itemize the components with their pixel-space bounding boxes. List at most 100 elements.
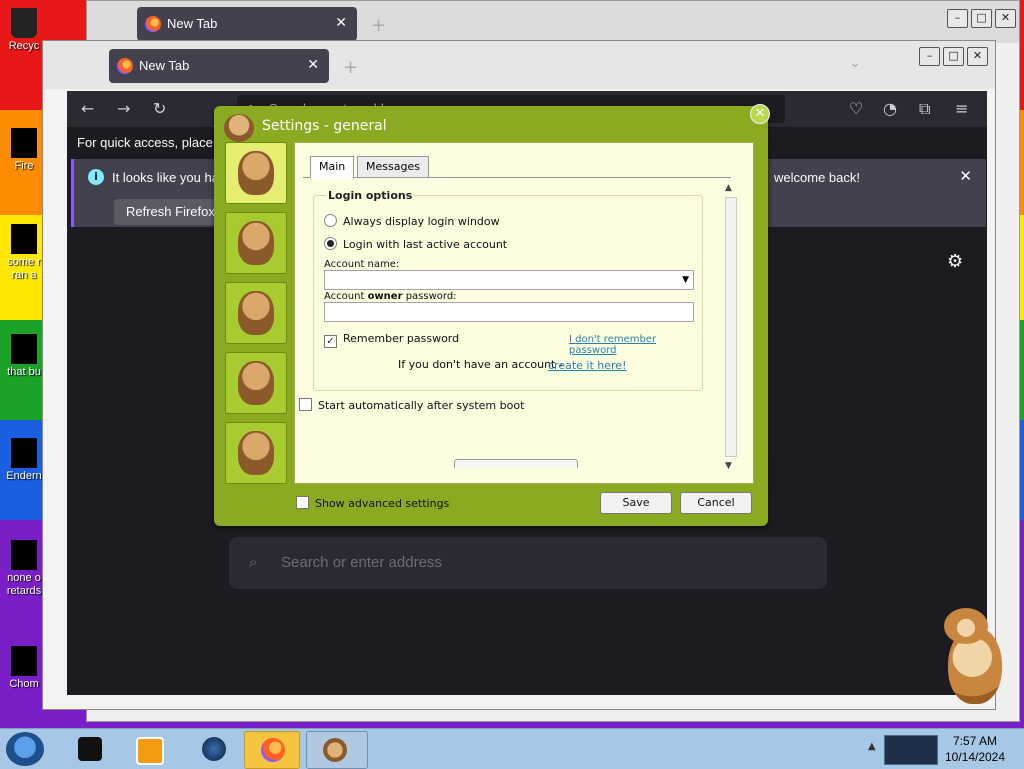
desktop-icon-that[interactable]: that bu — [2, 334, 46, 379]
tray-expand-icon[interactable]: ▲ — [868, 741, 876, 752]
hamster-icon — [323, 738, 347, 762]
clock-time: 7:57 AM — [952, 734, 998, 748]
scroll-up-icon[interactable]: ▲ — [725, 183, 732, 193]
advanced-settings-checkbox[interactable] — [296, 496, 309, 509]
remember-password-row[interactable]: ✓ Remember password — [324, 332, 459, 348]
system-tray[interactable] — [884, 735, 938, 765]
cancel-button[interactable]: Cancel — [680, 492, 752, 514]
desktop-icon-label: some r ran a — [7, 256, 41, 281]
sidebar-item-updates[interactable] — [225, 422, 287, 484]
group-title: Login options — [326, 189, 415, 202]
save-button[interactable]: Save — [600, 492, 672, 514]
sidebar-item-chat[interactable] — [225, 282, 287, 344]
maximize-button[interactable]: □ — [971, 9, 992, 28]
tab-main[interactable]: Main — [310, 156, 355, 179]
taskbar-item-firefox[interactable] — [244, 731, 300, 769]
app-icon — [11, 540, 37, 570]
remember-password-checkbox[interactable]: ✓ — [324, 335, 337, 348]
scrollbar[interactable]: ▲ ▼ — [723, 183, 737, 471]
account-name-dropdown[interactable]: ▼ — [324, 270, 694, 290]
app-icon — [11, 438, 37, 468]
hamster-mascot[interactable] — [940, 606, 1006, 706]
close-icon[interactable]: ✕ — [335, 14, 347, 31]
extensions-icon[interactable]: ⧉ — [919, 99, 930, 119]
close-icon[interactable]: ✕ — [750, 104, 770, 124]
clock-date: 10/14/2024 — [944, 750, 1006, 764]
desktop-icon-label: that bu — [7, 366, 41, 378]
tab-new-tab[interactable]: New Tab ✕ — [137, 7, 357, 41]
no-account-row: If you don't have an account - — [398, 358, 563, 371]
radio-label: Login with last active account — [343, 238, 508, 251]
owner-password-field[interactable] — [324, 302, 694, 322]
app-icon — [11, 334, 37, 364]
close-icon[interactable]: ✕ — [307, 56, 319, 73]
plus-icon[interactable]: + — [371, 15, 386, 36]
create-account-link[interactable]: create it here! — [548, 359, 626, 372]
taskbar-item-app1[interactable] — [62, 731, 118, 767]
desktop-icon-label: Chom — [9, 678, 39, 690]
remember-password-label: Remember password — [343, 332, 460, 345]
taskbar-item-hamster[interactable] — [306, 731, 368, 769]
back-icon[interactable]: ← — [81, 99, 94, 118]
media-player-icon — [136, 737, 164, 765]
hamster-icon — [238, 151, 274, 195]
clock[interactable]: 7:57 AM 10/14/2024 — [940, 733, 1010, 765]
desktop-icon-none[interactable]: none o retards — [2, 540, 46, 598]
taskbar-item-browser[interactable] — [186, 731, 242, 767]
start-button[interactable] — [6, 732, 44, 766]
notice-text-end: welcome back! — [774, 170, 860, 185]
tab-bar: New Tab ✕ + – □ ✕ — [87, 1, 1019, 43]
pocket-icon[interactable]: ♡ — [849, 99, 863, 118]
minimize-button[interactable]: – — [919, 47, 940, 66]
desktop-icon-recycle-bin[interactable]: Recyc — [2, 8, 46, 53]
desktop-icon-label: Recyc — [8, 40, 40, 52]
maximize-button[interactable]: □ — [943, 47, 964, 66]
tab-bar: New Tab ✕ + ⌄ – □ ✕ — [43, 41, 995, 89]
forgot-password-link[interactable]: I don't remember password — [569, 334, 702, 356]
chevron-down-icon[interactable]: ⌄ — [849, 55, 861, 71]
close-button[interactable]: ✕ — [995, 9, 1016, 28]
taskbar-item-media[interactable] — [120, 731, 176, 767]
recycle-bin-icon — [11, 8, 37, 38]
advanced-settings-label: Show advanced settings — [315, 497, 450, 510]
autostart-checkbox[interactable] — [299, 398, 312, 411]
advanced-settings-row[interactable]: Show advanced settings — [296, 496, 449, 510]
autostart-row[interactable]: Start automatically after system boot — [299, 398, 524, 412]
radio-button[interactable] — [324, 237, 337, 250]
scroll-thumb[interactable] — [725, 197, 737, 457]
app-icon — [78, 737, 102, 761]
desktop-icon-some[interactable]: some r ran a — [2, 224, 46, 282]
hamster-chat-icon — [238, 291, 274, 335]
settings-dialog: Settings - general ✕ Main Messages Login… — [214, 104, 770, 526]
minimize-button[interactable]: – — [947, 9, 968, 28]
hamster-headphones-icon — [238, 361, 274, 405]
partially-hidden-button[interactable] — [454, 459, 578, 468]
gear-icon[interactable]: ⚙ — [947, 251, 963, 272]
info-icon: i — [88, 169, 104, 185]
menu-icon[interactable]: ≡ — [955, 99, 968, 118]
close-icon[interactable]: ✕ — [959, 167, 972, 185]
taskbar: ▲ 7:57 AM 10/14/2024 — [0, 728, 1024, 769]
chevron-down-icon[interactable]: ▼ — [682, 275, 689, 285]
desktop-icon-chrome[interactable]: Chom — [2, 646, 46, 691]
firefox-icon — [261, 738, 285, 762]
sidebar-item-sound[interactable] — [225, 352, 287, 414]
tab-messages[interactable]: Messages — [357, 156, 429, 178]
desktop-icon-label: none o retards — [6, 572, 42, 597]
forward-icon[interactable]: → — [117, 99, 130, 118]
desktop-icon-ender[interactable]: Endern — [2, 438, 46, 483]
tab-new-tab[interactable]: New Tab ✕ — [109, 49, 329, 83]
search-box[interactable]: ⌕ Search or enter address — [229, 537, 827, 589]
radio-always-display[interactable]: Always display login window — [324, 214, 500, 228]
desktop-icon-firefox[interactable]: Fire — [2, 128, 46, 173]
reload-icon[interactable]: ↻ — [153, 99, 166, 118]
dialog-title: Settings - general — [262, 118, 387, 134]
radio-button[interactable] — [324, 214, 337, 227]
sidebar-item-appearance[interactable] — [225, 212, 287, 274]
radio-last-account[interactable]: Login with last active account — [324, 237, 507, 251]
close-button[interactable]: ✕ — [967, 47, 988, 66]
plus-icon[interactable]: + — [343, 57, 358, 78]
account-icon[interactable]: ◔ — [883, 99, 897, 118]
scroll-down-icon[interactable]: ▼ — [725, 461, 732, 471]
sidebar-item-general[interactable] — [225, 142, 287, 204]
